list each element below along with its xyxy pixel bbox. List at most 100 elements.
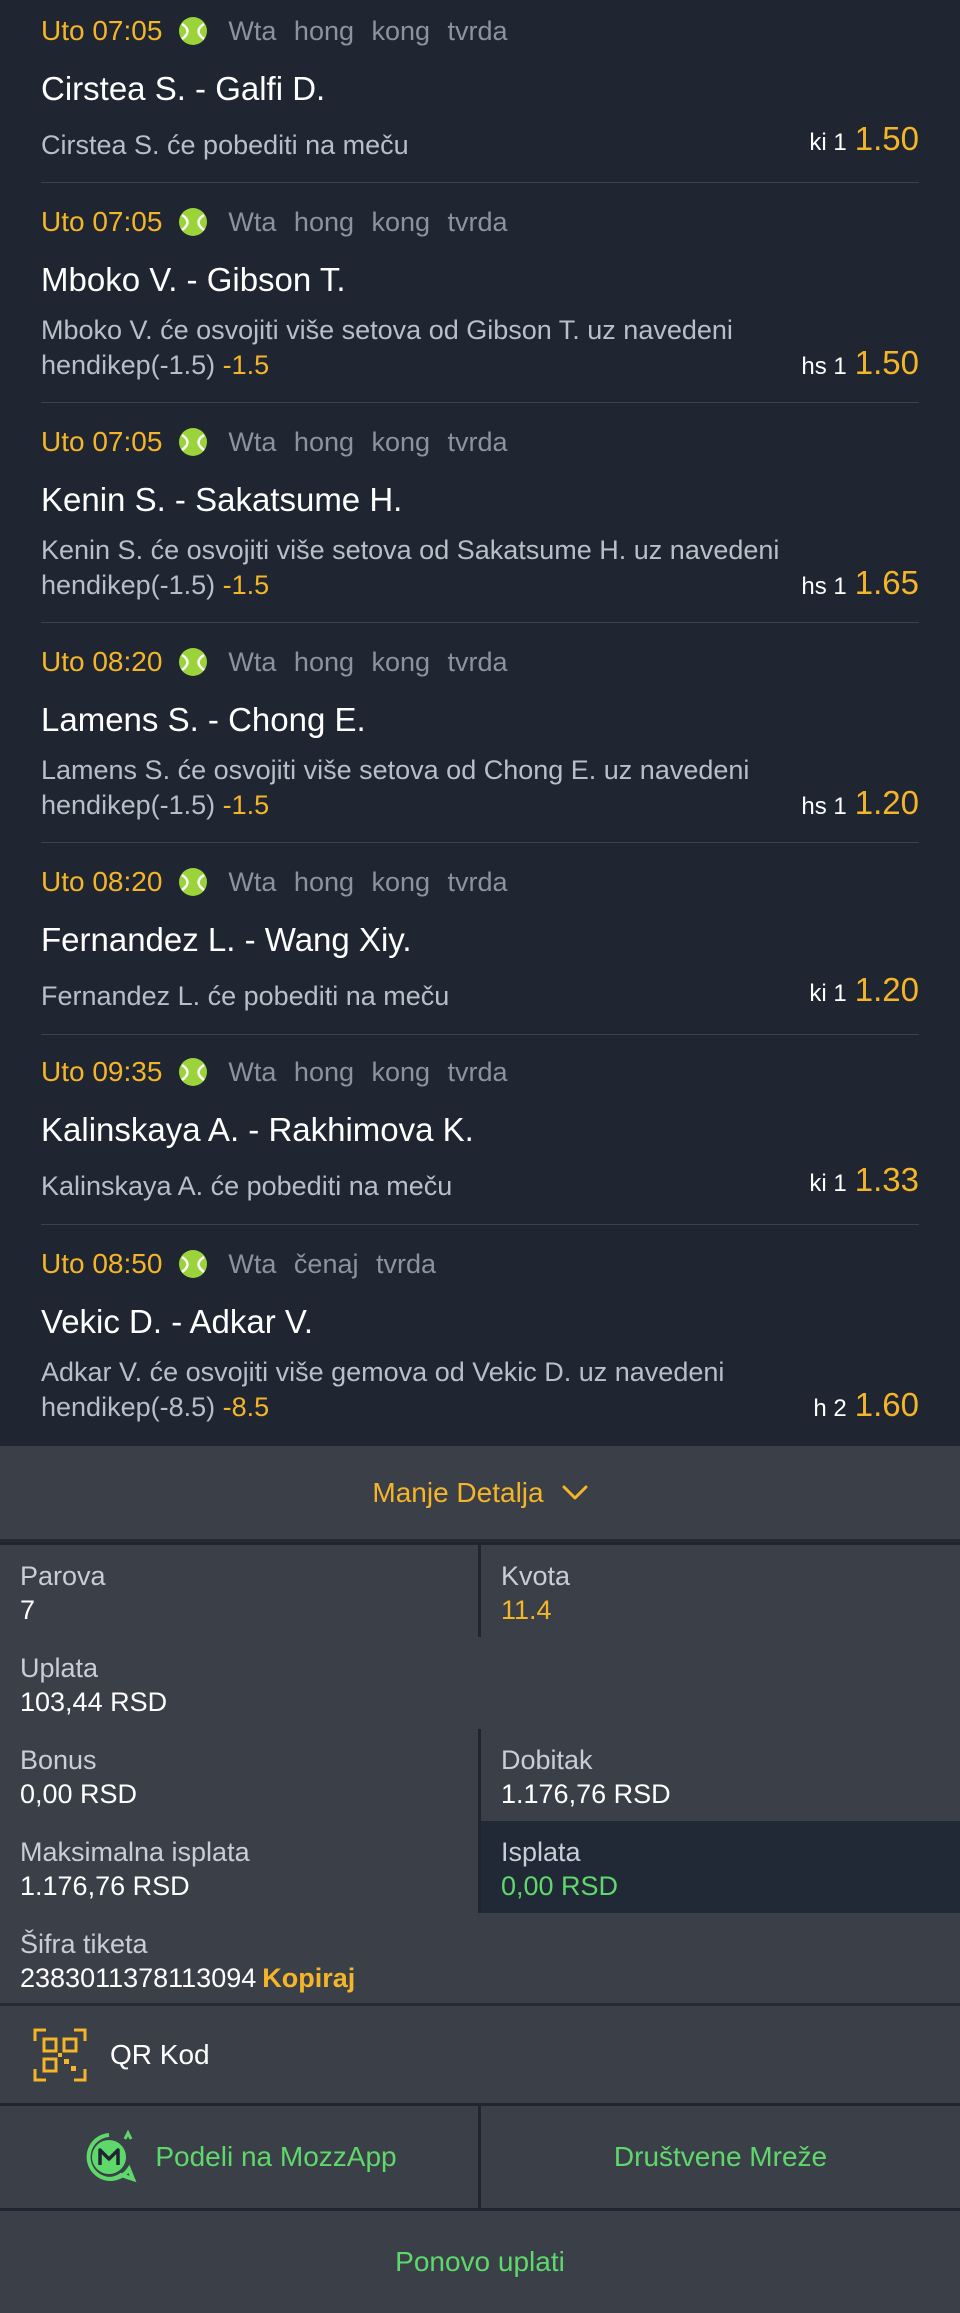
tennis-ball-icon bbox=[179, 1058, 208, 1086]
match-market: h 2 1.60 bbox=[813, 1386, 919, 1424]
qr-code-label: QR Kod bbox=[110, 2038, 210, 2070]
match-title: Kalinskaya A. - Rakhimova K. bbox=[41, 1111, 474, 1148]
match-header: Uto 07:05 Wta hong kong tvrda bbox=[41, 425, 508, 459]
handicap-value: -1.5 bbox=[222, 790, 270, 820]
replay-ticket-button[interactable]: Ponovo uplati bbox=[0, 2211, 960, 2313]
match-header: Uto 09:35 Wta hong kong tvrda bbox=[41, 1055, 508, 1089]
match-title: Kenin S. - Sakatsume H. bbox=[41, 481, 403, 518]
tennis-ball-icon bbox=[179, 17, 208, 45]
market-odd: 1.50 bbox=[854, 344, 919, 381]
match-market: hs 1 1.50 bbox=[801, 344, 919, 382]
stake-label: Uplata bbox=[20, 1653, 99, 1683]
pairs-cell: Parova 7 bbox=[0, 1545, 478, 1637]
replay-ticket-label: Ponovo uplati bbox=[395, 2246, 565, 2277]
match-league: Wta čenaj tvrda bbox=[228, 1248, 436, 1279]
handicap-value: -1.5 bbox=[222, 350, 270, 380]
share-mozzapp-button[interactable]: Podeli na MozzApp bbox=[0, 2106, 478, 2208]
match-league: Wta hong kong tvrda bbox=[228, 1056, 508, 1087]
market-code: h 2 bbox=[813, 1395, 847, 1422]
bonus-cell: Bonus 0,00 RSD bbox=[0, 1729, 478, 1821]
market-odd: 1.60 bbox=[854, 1386, 919, 1423]
tennis-ball-icon bbox=[179, 1250, 208, 1278]
match-market: ki 1 1.33 bbox=[809, 1161, 919, 1199]
max-payout-value: 1.176,76 RSD bbox=[20, 1871, 190, 1901]
match-title: Cirstea S. - Galfi D. bbox=[41, 70, 326, 107]
match-time: Uto 07:05 bbox=[41, 206, 163, 237]
bonus-label: Bonus bbox=[20, 1745, 97, 1775]
market-odd: 1.65 bbox=[854, 564, 919, 601]
match-league: Wta hong kong tvrda bbox=[228, 646, 508, 677]
match-title: Mboko V. - Gibson T. bbox=[41, 261, 346, 298]
match-pick-description: Adkar V. će osvojiti više gemova od Veki… bbox=[41, 1357, 725, 1422]
match-title: Fernandez L. - Wang Xiy. bbox=[41, 921, 412, 958]
match-pick-description: Fernandez L. će pobediti na meču bbox=[41, 981, 450, 1011]
less-details-toggle[interactable]: Manje Detalja bbox=[0, 1446, 960, 1542]
match-time: Uto 08:20 bbox=[41, 646, 163, 677]
market-code: ki 1 bbox=[809, 129, 847, 156]
market-code: hs 1 bbox=[801, 573, 847, 600]
match-market: hs 1 1.20 bbox=[801, 784, 919, 822]
max-payout-cell: Maksimalna isplata 1.176,76 RSD bbox=[0, 1821, 478, 1913]
match-market: ki 1 1.20 bbox=[809, 971, 919, 1009]
match-title: Vekic D. - Adkar V. bbox=[41, 1303, 314, 1340]
pairs-value: 7 bbox=[20, 1595, 36, 1625]
match-header: Uto 08:20 Wta hong kong tvrda bbox=[41, 865, 508, 899]
match-pick-description: Kalinskaya A. će pobediti na meču bbox=[41, 1171, 453, 1201]
match-time: Uto 08:50 bbox=[41, 1248, 163, 1279]
match-league: Wta hong kong tvrda bbox=[228, 206, 508, 237]
qr-code-button[interactable]: QR Kod bbox=[0, 2003, 960, 2103]
market-odd: 1.20 bbox=[854, 784, 919, 821]
match-pick-description: Mboko V. će osvojiti više setova od Gibs… bbox=[41, 315, 733, 380]
copy-button[interactable]: Kopiraj bbox=[262, 1963, 355, 1993]
ticket-matches-list: Uto 07:05 Wta hong kong tvrda Cirstea S.… bbox=[0, 0, 960, 1446]
match-item: Uto 08:20 Wta hong kong tvrda Lamens S. … bbox=[41, 623, 919, 843]
share-social-button[interactable]: Društvene Mreže bbox=[481, 2106, 960, 2208]
payout-cell: Isplata 0,00 RSD bbox=[481, 1821, 960, 1913]
match-time: Uto 09:35 bbox=[41, 1056, 163, 1087]
max-payout-label: Maksimalna isplata bbox=[20, 1837, 250, 1867]
market-odd: 1.33 bbox=[854, 1161, 919, 1198]
tennis-ball-icon bbox=[179, 648, 208, 676]
match-time: Uto 08:20 bbox=[41, 866, 163, 897]
ticket-code-label: Šifra tiketa bbox=[20, 1929, 148, 1959]
market-code: hs 1 bbox=[801, 353, 847, 380]
handicap-value: -8.5 bbox=[222, 1392, 270, 1422]
match-league: Wta hong kong tvrda bbox=[228, 426, 508, 457]
market-odd: 1.20 bbox=[854, 971, 919, 1008]
tennis-ball-icon bbox=[179, 868, 208, 896]
share-mozzapp-label: Podeli na MozzApp bbox=[155, 2141, 397, 2172]
tennis-ball-icon bbox=[179, 208, 208, 236]
tennis-ball-icon bbox=[179, 428, 208, 456]
share-social-label: Društvene Mreže bbox=[613, 2141, 828, 2172]
odds-label: Kvota bbox=[501, 1561, 571, 1591]
match-item: Uto 09:35 Wta hong kong tvrda Kalinskaya… bbox=[41, 1035, 919, 1225]
bonus-value: 0,00 RSD bbox=[20, 1779, 138, 1809]
stake-value: 103,44 RSD bbox=[20, 1687, 168, 1717]
match-pick-description: Kenin S. će osvojiti više setova od Saka… bbox=[41, 535, 780, 600]
match-header: Uto 07:05 Wta hong kong tvrda bbox=[41, 205, 508, 239]
less-details-label: Manje Detalja bbox=[372, 1476, 544, 1508]
ticket-code-row: 2383011378113094 Kopiraj bbox=[20, 1961, 940, 1995]
ticket-code-value: 2383011378113094 bbox=[20, 1963, 257, 1993]
mozzapp-logo-icon bbox=[87, 2129, 137, 2183]
match-market: hs 1 1.65 bbox=[801, 564, 919, 602]
match-time: Uto 07:05 bbox=[41, 15, 163, 46]
match-league: Wta hong kong tvrda bbox=[228, 866, 508, 897]
market-code: hs 1 bbox=[801, 793, 847, 820]
market-code: ki 1 bbox=[809, 1170, 847, 1197]
match-pick-description: Lamens S. će osvojiti više setova od Cho… bbox=[41, 755, 750, 820]
stake-cell: Uplata 103,44 RSD bbox=[0, 1637, 960, 1729]
payout-value: 0,00 RSD bbox=[501, 1871, 619, 1901]
match-header: Uto 08:20 Wta hong kong tvrda bbox=[41, 645, 508, 679]
win-value: 1.176,76 RSD bbox=[501, 1779, 671, 1809]
ticket-code-cell: Šifra tiketa 2383011378113094 Kopiraj bbox=[0, 1913, 960, 2005]
win-label: Dobitak bbox=[501, 1745, 593, 1775]
payout-label: Isplata bbox=[501, 1837, 581, 1867]
handicap-value: -1.5 bbox=[222, 570, 270, 600]
match-item: Uto 07:05 Wta hong kong tvrda Cirstea S.… bbox=[41, 0, 919, 183]
odds-cell: Kvota 11.4 bbox=[481, 1545, 960, 1637]
pairs-label: Parova bbox=[20, 1561, 106, 1591]
match-market: ki 1 1.50 bbox=[809, 120, 919, 158]
chevron-down-icon bbox=[562, 1485, 588, 1499]
market-odd: 1.50 bbox=[854, 120, 919, 157]
